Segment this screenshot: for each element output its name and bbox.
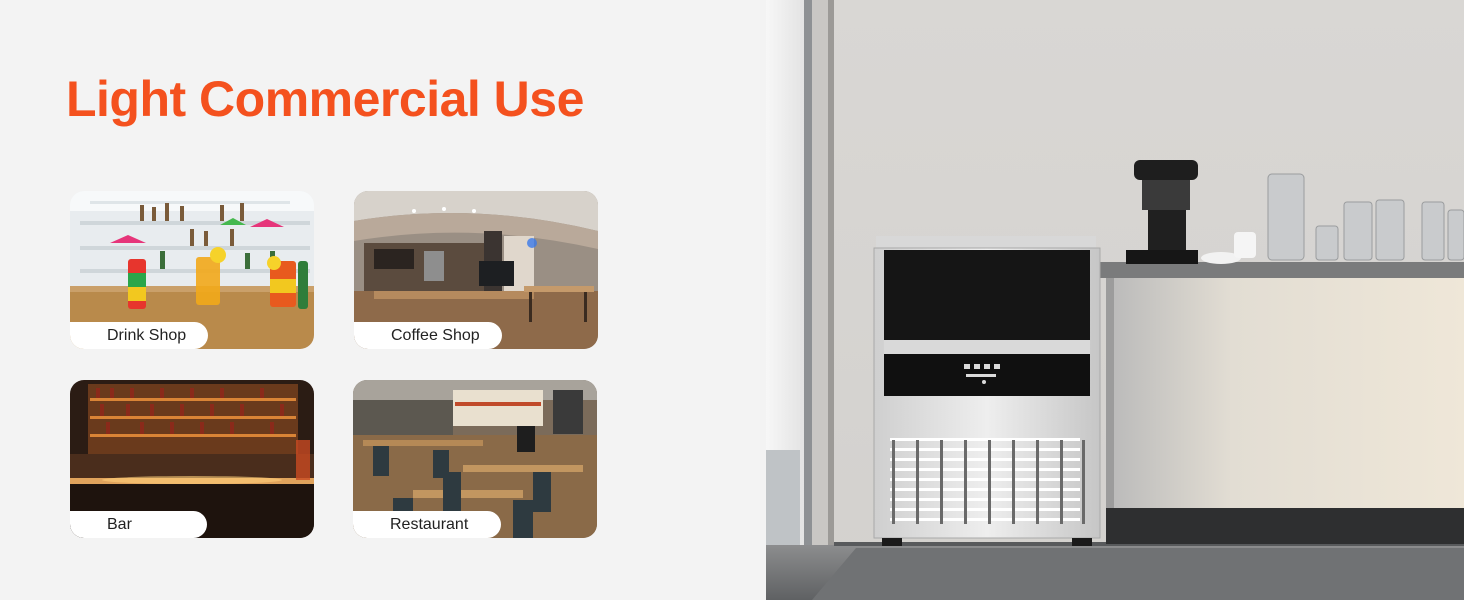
use-case-card-drink-shop: Drink Shop bbox=[70, 191, 314, 349]
use-case-card-restaurant: Restaurant bbox=[353, 380, 597, 538]
product-scene bbox=[766, 0, 1464, 600]
left-panel: Light Commercial Use Drink Shop Coffee S… bbox=[0, 0, 766, 600]
use-case-label: Drink Shop bbox=[70, 322, 208, 349]
use-case-card-coffee-shop: Coffee Shop bbox=[354, 191, 598, 349]
use-case-label: Bar bbox=[70, 511, 207, 538]
ice-maker-product-photo bbox=[766, 0, 1464, 600]
use-case-card-bar: Bar bbox=[70, 380, 314, 538]
headline: Light Commercial Use bbox=[66, 71, 584, 127]
use-case-label: Restaurant bbox=[353, 511, 501, 538]
use-case-label: Coffee Shop bbox=[354, 322, 502, 349]
